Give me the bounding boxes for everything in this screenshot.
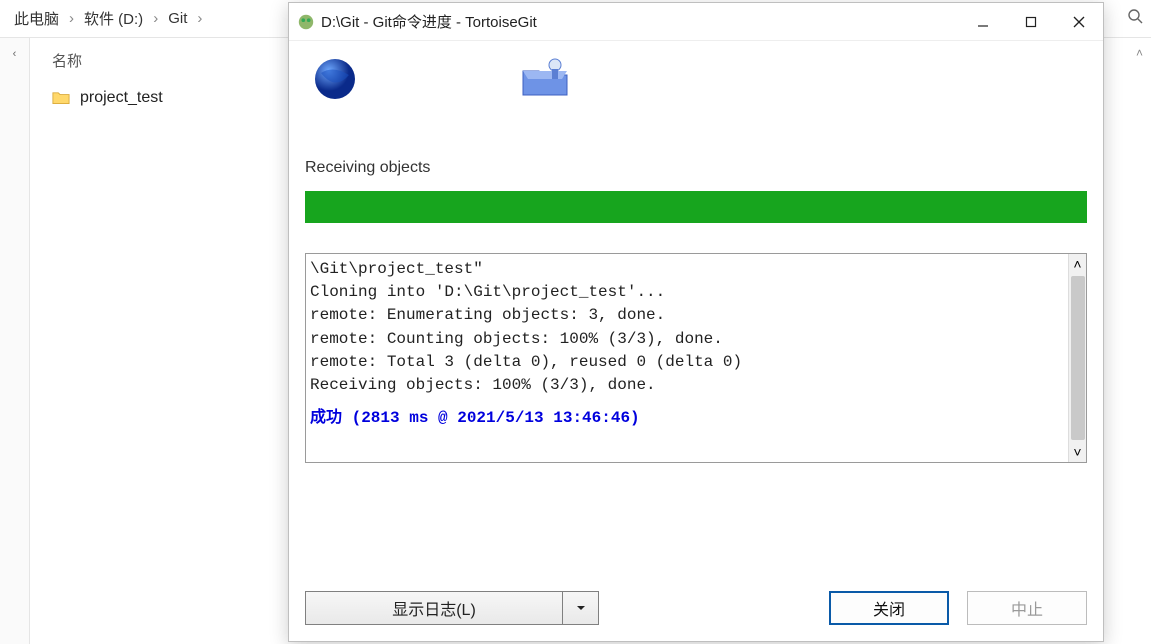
show-log-button[interactable]: 显示日志(L) xyxy=(306,592,562,624)
search-icon[interactable] xyxy=(1127,8,1143,28)
file-name-label: project_test xyxy=(80,89,163,107)
animation-area xyxy=(305,55,1087,143)
nav-tree-collapsed[interactable]: ‹ xyxy=(0,38,30,644)
scrollbar-thumb[interactable] xyxy=(1071,276,1085,440)
chevron-right-icon: › xyxy=(149,10,162,27)
chevron-right-icon: › xyxy=(193,10,206,27)
scroll-down-icon[interactable]: ˅ xyxy=(1073,444,1081,460)
close-dialog-button[interactable]: 关闭 xyxy=(829,591,949,625)
breadcrumb-item[interactable]: 软件 (D:) xyxy=(78,4,149,33)
progress-fill xyxy=(305,191,1087,223)
log-output[interactable]: \Git\project_test" Cloning into 'D:\Git\… xyxy=(305,253,1087,463)
show-log-split-button[interactable]: 显示日志(L) xyxy=(305,591,599,625)
success-line: 成功 (2813 ms @ 2021/5/13 13:46:46) xyxy=(310,407,1064,430)
window-title: D:\Git - Git命令进度 - TortoiseGit xyxy=(321,11,959,32)
chevron-up-icon: ˄ xyxy=(1136,46,1143,60)
folder-icon xyxy=(52,91,70,105)
folder-transfer-icon xyxy=(519,55,571,106)
tortoisegit-progress-dialog: D:\Git - Git命令进度 - TortoiseGit xyxy=(288,2,1104,642)
scroll-up-icon[interactable]: ˄ xyxy=(1073,256,1081,272)
globe-icon xyxy=(311,55,359,106)
breadcrumb-item[interactable]: 此电脑 xyxy=(8,4,65,33)
breadcrumb-item[interactable]: Git xyxy=(162,6,193,31)
log-text[interactable]: \Git\project_test" Cloning into 'D:\Git\… xyxy=(306,254,1068,462)
close-button[interactable] xyxy=(1055,3,1103,41)
titlebar[interactable]: D:\Git - Git命令进度 - TortoiseGit xyxy=(289,3,1103,41)
minimize-button[interactable] xyxy=(959,3,1007,41)
dropdown-arrow-icon[interactable] xyxy=(562,592,598,624)
progress-bar xyxy=(305,191,1087,223)
chevron-right-icon: › xyxy=(65,10,78,27)
scrollbar[interactable]: ˄ ˅ xyxy=(1068,254,1086,462)
tortoisegit-icon xyxy=(297,13,315,31)
abort-button: 中止 xyxy=(967,591,1087,625)
status-label: Receiving objects xyxy=(305,159,1087,177)
maximize-button[interactable] xyxy=(1007,3,1055,41)
